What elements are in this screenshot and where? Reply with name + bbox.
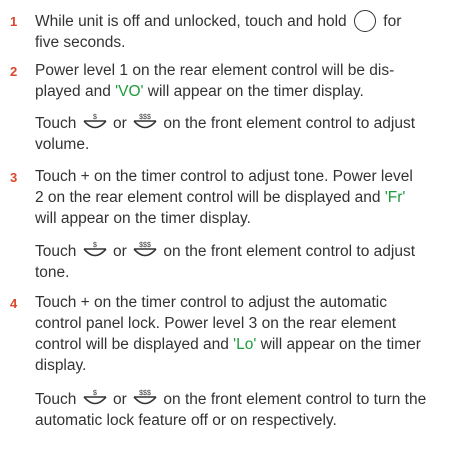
- step-text-line: volume.: [35, 136, 90, 153]
- step-text-line: Touch + on the timer control to adjust t…: [35, 168, 413, 185]
- svg-text:$$$: $$$: [139, 114, 151, 121]
- step-text: While unit is off and unlocked, touch an…: [35, 10, 455, 53]
- display-code: 'Fr': [384, 189, 406, 206]
- svg-text:$$$: $$$: [139, 390, 151, 397]
- step-text-line: 2 on the rear element control will be di…: [35, 189, 385, 206]
- step-text-line: on the front element control to adjust: [163, 115, 416, 132]
- bowl-high-icon: $$$: [133, 242, 157, 257]
- step-text-line: control panel lock. Power level 3 on the…: [35, 315, 397, 332]
- step-text-line: played and: [35, 83, 116, 100]
- step-text-line: or: [113, 115, 127, 132]
- step-text-line: on the front element control to turn the: [163, 391, 427, 408]
- display-code: 'VO': [115, 83, 144, 100]
- step-text-line: for: [383, 13, 402, 30]
- step-text-line: Power level 1 on the rear element contro…: [35, 62, 395, 79]
- svg-text:$: $: [93, 114, 97, 121]
- step-text-line: will appear on the timer display.: [35, 210, 251, 227]
- step-text-line: Touch: [35, 115, 77, 132]
- bowl-high-icon: $$$: [133, 114, 157, 129]
- step-text-line: While unit is off and unlocked, touch an…: [35, 13, 347, 30]
- step-text: Touch + on the timer control to adjust t…: [35, 292, 455, 376]
- step-text-line: will appear on the timer: [256, 336, 421, 353]
- step-number: 2: [10, 64, 18, 79]
- step-text-line: Touch + on the timer control to adjust t…: [35, 294, 387, 311]
- step-text-line: will appear on the timer display.: [143, 83, 364, 100]
- power-circle-icon: [353, 10, 376, 32]
- step-text-line: Touch: [35, 391, 77, 408]
- step-number: 1: [10, 14, 18, 29]
- step-subtext: Touch $ or $$$ on the front element cont…: [35, 388, 455, 431]
- bowl-low-icon: $: [83, 242, 107, 257]
- svg-text:$: $: [93, 390, 97, 397]
- display-code: 'Lo': [233, 336, 257, 353]
- step-text: Power level 1 on the rear element contro…: [35, 60, 455, 102]
- step-text-line: automatic lock feature off or on respect…: [35, 412, 337, 429]
- step-text-line: display.: [35, 357, 87, 374]
- step-subtext: Touch $ or $$$ on the front element cont…: [35, 240, 455, 283]
- step-text-line: control will be displayed and: [35, 336, 234, 353]
- step-number: 4: [10, 296, 18, 311]
- step-text: Touch + on the timer control to adjust t…: [35, 166, 455, 229]
- step-text-line: Touch: [35, 243, 77, 260]
- bowl-low-icon: $: [83, 390, 107, 405]
- bowl-high-icon: $$$: [133, 390, 157, 405]
- step-text-line: tone.: [35, 264, 70, 281]
- svg-text:$: $: [93, 242, 97, 249]
- step-text-line: or: [113, 243, 127, 260]
- svg-text:$$$: $$$: [139, 242, 151, 249]
- step-text-line: or: [113, 391, 127, 408]
- step-number: 3: [10, 170, 18, 185]
- step-text-line: five seconds.: [35, 34, 126, 51]
- step-text-line: on the front element control to adjust: [163, 243, 416, 260]
- step-subtext: Touch $ or $$$ on the front element cont…: [35, 112, 455, 155]
- bowl-low-icon: $: [83, 114, 107, 129]
